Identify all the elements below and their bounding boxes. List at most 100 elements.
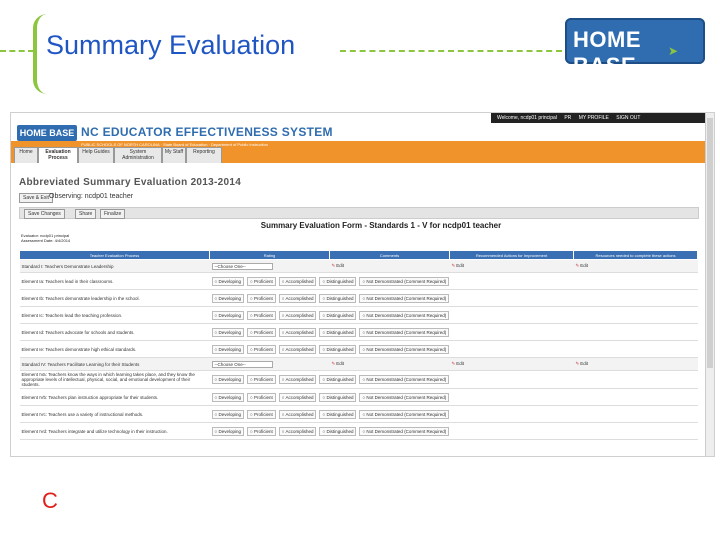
rating-options-cell: ○ Developing ○ Proficient ○ Accomplished ○ …	[209, 422, 698, 440]
dashed-rule-left	[0, 50, 34, 52]
top-link[interactable]: MY PROFILE	[579, 115, 609, 121]
rating-radio[interactable]: ○ Proficient	[246, 327, 276, 337]
rating-radio[interactable]: ○ Developing	[211, 310, 244, 320]
rating-option-label: Accomplished	[285, 428, 314, 434]
rating-radio[interactable]: ○ Not Demonstrated (Comment Required)	[359, 344, 450, 354]
rating-radio[interactable]: ○ Not Demonstrated (Comment Required)	[359, 409, 450, 419]
rating-radio[interactable]: ○ Proficient	[246, 426, 276, 436]
dashed-rule-right	[340, 50, 562, 52]
rating-radio[interactable]: ○ Accomplished	[278, 375, 317, 384]
rating-radio[interactable]: ○ Developing	[211, 426, 244, 436]
rating-radio[interactable]: ○ Distinguished	[319, 276, 357, 286]
rating-radio[interactable]: ○ Distinguished	[319, 409, 357, 419]
rating-option-label: Accomplished	[285, 346, 314, 352]
tab-reporting[interactable]: Reporting	[186, 147, 222, 163]
system-title: NC EDUCATOR EFFECTIVENESS SYSTEM	[81, 125, 333, 139]
rating-radio[interactable]: ○ Developing	[211, 293, 244, 303]
save-exit-row: Save & Exit	[19, 193, 53, 203]
rating-radio[interactable]: ○ Not Demonstrated (Comment Required)	[359, 327, 450, 337]
rating-radio[interactable]: ○ Developing	[211, 327, 244, 337]
share-button[interactable]: Share	[75, 209, 97, 219]
rating-radio[interactable]: ○ Not Demonstrated (Comment Required)	[359, 392, 450, 402]
column-header: Comments	[329, 250, 450, 260]
element-row: Element Ic: Teachers lead the teaching p…	[19, 306, 698, 324]
rating-radio[interactable]: ○ Distinguished	[319, 375, 357, 384]
vertical-scrollbar[interactable]	[705, 113, 714, 456]
top-link[interactable]: PR	[564, 115, 571, 121]
tab-home[interactable]: Home	[14, 147, 38, 163]
pencil-icon: ✎	[575, 263, 580, 268]
rating-radio[interactable]: ○ Proficient	[246, 293, 276, 303]
rating-radio[interactable]: ○ Not Demonstrated (Comment Required)	[359, 310, 450, 320]
rating-option-label: Accomplished	[285, 295, 314, 301]
rating-radio[interactable]: ○ Accomplished	[278, 310, 317, 320]
rating-radio[interactable]: ○ Developing	[211, 276, 244, 286]
rating-radio[interactable]: ○ Distinguished	[319, 293, 357, 303]
standard-row: Standard IV: Teachers Facilitate Learnin…	[19, 357, 698, 371]
tab-evaluation-process[interactable]: Evaluation Process	[38, 147, 78, 163]
rating-radio[interactable]: ○ Not Demonstrated (Comment Required)	[359, 293, 450, 303]
edit-label: Edit	[336, 361, 345, 366]
tab-help-guides[interactable]: Help Guides	[78, 147, 114, 163]
element-row: Element IVc: Teachers use a variety of i…	[19, 405, 698, 423]
rating-radio[interactable]: ○ Proficient	[246, 344, 276, 354]
rating-radio[interactable]: ○ Not Demonstrated (Comment Required)	[359, 375, 450, 384]
rating-select[interactable]: --Choose One--	[211, 360, 273, 368]
rating-radio[interactable]: ○ Distinguished	[319, 344, 357, 354]
rating-radio[interactable]: ○ Distinguished	[319, 392, 357, 402]
rating-option-label: Not Demonstrated (Comment Required)	[366, 329, 447, 335]
rating-option-label: Developing	[218, 377, 241, 382]
rating-radio[interactable]: ○ Accomplished	[278, 293, 317, 303]
rating-option-label: Developing	[218, 411, 241, 417]
edit-link[interactable]: ✎Edit	[576, 361, 589, 366]
rating-radio[interactable]: ○ Proficient	[246, 409, 276, 419]
rating-radio[interactable]: ○ Accomplished	[278, 276, 317, 286]
rating-radio[interactable]: ○ Developing	[211, 392, 244, 402]
rating-radio[interactable]: ○ Proficient	[246, 375, 276, 384]
edit-link[interactable]: ✎Edit	[332, 263, 345, 268]
rating-option-label: Developing	[218, 295, 241, 301]
save-exit-button[interactable]: Save & Exit	[19, 193, 53, 203]
rating-radio[interactable]: ○ Developing	[211, 409, 244, 419]
tab-system-administration[interactable]: System Administration	[114, 147, 162, 163]
rating-option-label: Proficient	[253, 394, 273, 400]
rating-option-label: Accomplished	[285, 329, 314, 335]
edit-cell: ✎Edit	[329, 259, 450, 273]
edit-cell: ✎Edit	[329, 357, 450, 371]
rating-option-label: Developing	[218, 312, 241, 318]
rating-radio[interactable]: ○ Proficient	[246, 276, 276, 286]
rating-option-label: Distinguished	[326, 346, 354, 352]
rating-option-label: Proficient	[253, 377, 273, 382]
rating-radio[interactable]: ○ Proficient	[246, 392, 276, 402]
rating-radio[interactable]: ○ Distinguished	[319, 310, 357, 320]
edit-link[interactable]: ✎Edit	[452, 361, 465, 366]
rating-option-label: Proficient	[253, 295, 273, 301]
rating-option-label: Developing	[218, 329, 241, 335]
rating-cell: --Choose One--	[209, 259, 330, 273]
rating-radio[interactable]: ○ Proficient	[246, 310, 276, 320]
edit-link[interactable]: ✎Edit	[576, 263, 589, 268]
edit-link[interactable]: ✎Edit	[452, 263, 465, 268]
top-link[interactable]: SIGN OUT	[616, 115, 640, 121]
rating-radio[interactable]: ○ Not Demonstrated (Comment Required)	[359, 276, 450, 286]
edit-link[interactable]: ✎Edit	[332, 361, 345, 366]
rating-radio[interactable]: ○ Accomplished	[278, 392, 317, 402]
row-label: Element Ic: Teachers lead the teaching p…	[19, 306, 210, 324]
app-logo[interactable]: HOME BASE	[17, 125, 77, 141]
rating-select[interactable]: --Choose One--	[211, 262, 273, 270]
save-changes-button[interactable]: Save Changes	[24, 209, 65, 219]
rating-radio[interactable]: ○ Accomplished	[278, 409, 317, 419]
column-header: Rating	[209, 250, 330, 260]
rating-radio[interactable]: ○ Accomplished	[278, 344, 317, 354]
rating-radio[interactable]: ○ Distinguished	[319, 327, 357, 337]
rating-options-cell: ○ Developing ○ Proficient ○ Accomplished ○ …	[209, 340, 698, 358]
finalize-button[interactable]: Finalize	[100, 209, 126, 219]
rating-radio[interactable]: ○ Developing	[211, 344, 244, 354]
rating-radio[interactable]: ○ Accomplished	[278, 327, 317, 337]
scrollbar-thumb[interactable]	[707, 118, 713, 368]
rating-radio[interactable]: ○ Developing	[211, 375, 244, 384]
rating-radio[interactable]: ○ Not Demonstrated (Comment Required)	[359, 426, 450, 436]
rating-radio[interactable]: ○ Distinguished	[319, 426, 357, 436]
rating-radio[interactable]: ○ Accomplished	[278, 426, 317, 436]
tab-my-staff[interactable]: My Staff	[162, 147, 186, 163]
